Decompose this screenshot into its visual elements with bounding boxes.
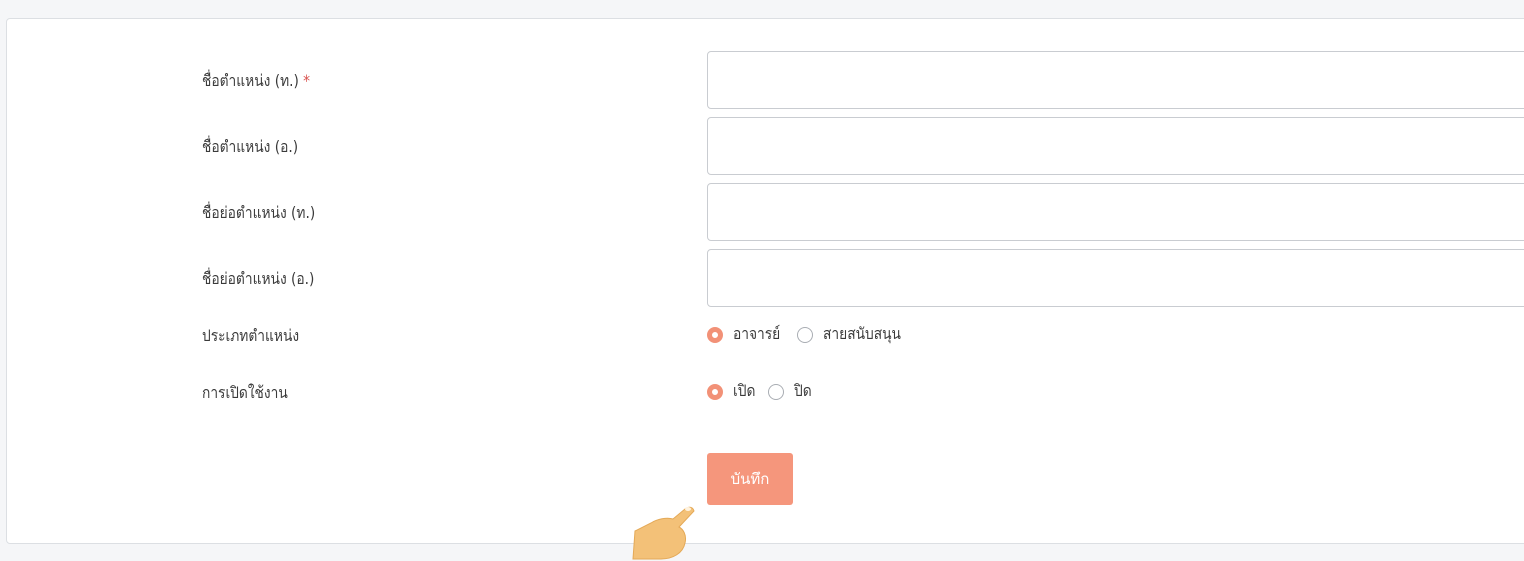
field-label-position-abbr-en: ชื่อย่อตำแหน่ง (อ.): [202, 269, 315, 288]
radio-unselected-icon[interactable]: [768, 383, 785, 400]
enabled-radio-group: เปิด ปิด: [707, 379, 824, 404]
save-button[interactable]: บันทึก: [707, 453, 793, 505]
field-label-position-abbr-th: ชื่อย่อตำแหน่ง (ท.): [202, 203, 316, 222]
form-card: ชื่อตำแหน่ง (ท.) * ชื่อตำแหน่ง (อ.) ชื่อย…: [6, 18, 1524, 560]
field-label-position-name-th: ชื่อตำแหน่ง (ท.) *: [202, 71, 311, 90]
field-label-position-name-en: ชื่อตำแหน่ง (อ.): [202, 137, 299, 156]
radio-selected-icon[interactable]: [707, 383, 723, 400]
radio-selected-icon[interactable]: [707, 326, 723, 343]
radio-unselected-icon[interactable]: [796, 326, 813, 343]
position-type-option-support[interactable]: สายสนับสนุน: [796, 322, 914, 347]
position-type-option-lecturer[interactable]: อาจารย์: [707, 322, 788, 347]
enabled-option-off[interactable]: ปิด: [768, 379, 815, 404]
position-name-th-input[interactable]: [707, 51, 1524, 109]
position-abbr-en-input[interactable]: [707, 249, 1524, 307]
position-type-radio-group: อาจารย์ สายสนับสนุน: [707, 322, 923, 347]
position-name-en-input[interactable]: [707, 117, 1524, 175]
enabled-label: การเปิดใช้งาน: [202, 383, 288, 402]
position-abbr-th-input[interactable]: [707, 183, 1524, 241]
required-mark: *: [303, 71, 311, 90]
hand-pointer-icon: [632, 506, 695, 560]
position-type-label: ประเภทตำแหน่ง: [202, 326, 300, 345]
enabled-option-on[interactable]: เปิด: [707, 379, 759, 404]
